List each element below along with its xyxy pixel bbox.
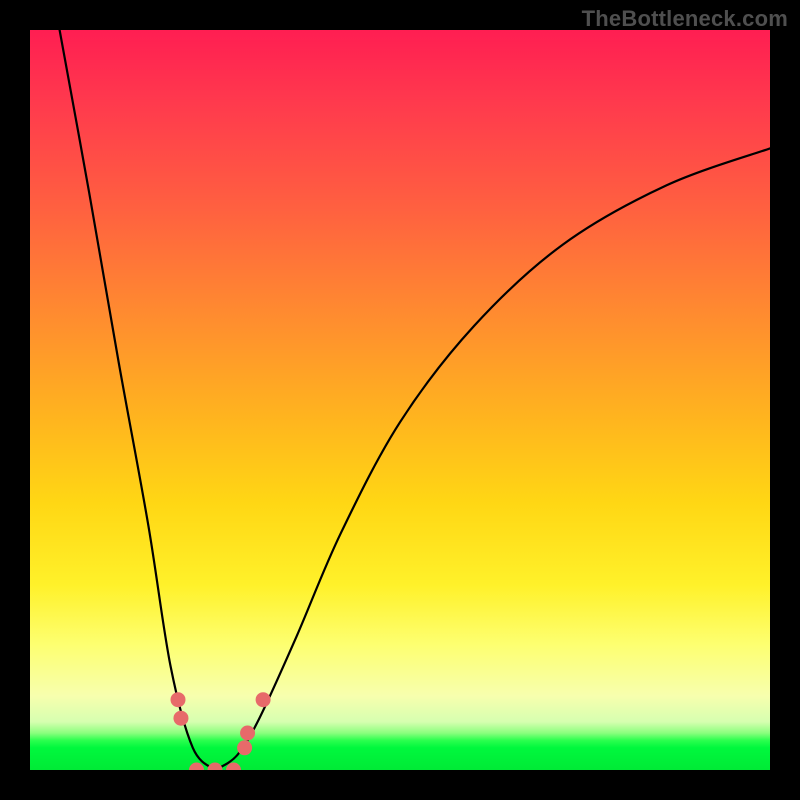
curve-left-branch [60,30,215,770]
bottleneck-curve-svg [30,30,770,770]
highlight-dot [208,763,223,771]
highlight-dot [189,763,204,771]
plot-area [30,30,770,770]
watermark-text: TheBottleneck.com [582,6,788,32]
highlight-dot [173,711,188,726]
highlight-dot [237,740,252,755]
highlight-dot [256,692,271,707]
chart-frame: TheBottleneck.com [0,0,800,800]
highlight-dot [171,692,186,707]
highlight-dot [240,726,255,741]
curve-right-branch [215,148,770,770]
